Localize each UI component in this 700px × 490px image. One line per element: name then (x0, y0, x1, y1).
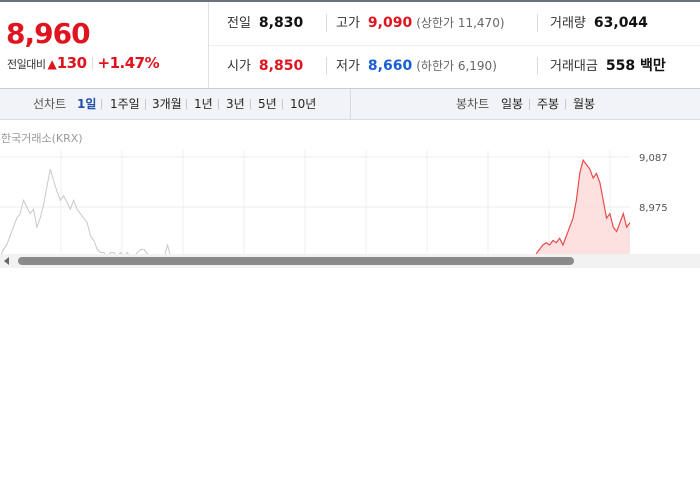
divider (250, 99, 251, 110)
divider (326, 57, 327, 75)
open-value: 8,850 (258, 58, 304, 74)
prev-close-value: 8,830 (258, 15, 304, 31)
quote-panel: 8,960 전일대비 ▲130 +1.47% 전일 8,830 고가 9,090 (상한가… (0, 2, 700, 89)
high-label: 고가 (336, 16, 360, 31)
daily-candle-button[interactable]: 일봉 (501, 89, 523, 119)
high-value: 9,090 (367, 15, 413, 31)
current-price: 8,960 (6, 17, 91, 50)
divider (186, 99, 187, 110)
period-1w-button[interactable]: 1주일 (110, 89, 140, 119)
chart-toolbar: 선차트 1일 1주일 3개월 1년 3년 5년 10년 봉차트 일봉 주봉 월봉 (0, 89, 700, 120)
divider (326, 14, 327, 32)
divider (218, 99, 219, 110)
open-cell: 시가 8,850 (227, 45, 303, 88)
divider (565, 99, 566, 110)
change-percent: +1.47% (97, 54, 160, 72)
prev-close-cell: 전일 8,830 (227, 2, 303, 45)
period-1d-button[interactable]: 1일 (77, 89, 96, 119)
line-chart-periods: 선차트 1일 1주일 3개월 1년 3년 5년 10년 (0, 89, 351, 119)
quote-row: 시가 8,850 저가 8,660 (하한가 6,190) 거래대금 558 백만 (209, 45, 700, 88)
high-cell: 고가 9,090 (상한가 11,470) (336, 2, 505, 45)
period-5y-button[interactable]: 5년 (258, 89, 277, 119)
volume-cell: 거래량 63,044 (550, 2, 648, 45)
prev-close-label: 전일 (227, 16, 251, 31)
open-label: 시가 (227, 59, 251, 74)
scrollbar-thumb[interactable] (18, 257, 574, 265)
volume-label: 거래량 (550, 16, 586, 31)
low-label: 저가 (336, 59, 360, 74)
divider (91, 57, 93, 70)
weekly-candle-button[interactable]: 주봉 (537, 89, 559, 119)
divider (145, 99, 146, 110)
intraday-line-chart: 9,0878,9758,863 (0, 150, 668, 254)
change-line: 전일대비 ▲130 +1.47% (7, 54, 160, 72)
data-source: 한국거래소(KRX) (1, 132, 83, 145)
divider (101, 99, 102, 110)
turnover-cell: 거래대금 558 백만 (550, 45, 666, 88)
change-label: 전일대비 (7, 58, 46, 71)
scroll-left-icon[interactable] (4, 257, 9, 265)
low-cell: 저가 8,660 (하한가 6,190) (336, 45, 497, 88)
change-amount: 130 (56, 54, 87, 72)
period-1y-button[interactable]: 1년 (194, 89, 213, 119)
candle-chart-periods: 봉차트 일봉 주봉 월봉 (351, 89, 700, 119)
lower-limit: (하한가 6,190) (416, 59, 497, 73)
line-chart-label: 선차트 (33, 97, 67, 111)
period-10y-button[interactable]: 10년 (290, 89, 316, 119)
turnover-label: 거래대금 (550, 59, 598, 74)
turnover-value: 558 백만 (605, 58, 666, 74)
period-3y-button[interactable]: 3년 (226, 89, 245, 119)
period-3m-button[interactable]: 3개월 (152, 89, 182, 119)
divider (537, 14, 538, 32)
quote-cells: 전일 8,830 고가 9,090 (상한가 11,470) 거래량 63,044 시가… (209, 2, 700, 88)
monthly-candle-button[interactable]: 월봉 (573, 89, 595, 119)
divider (529, 99, 530, 110)
up-triangle-icon: ▲ (47, 57, 57, 71)
candle-chart-label: 봉차트 (456, 97, 490, 111)
volume-value: 63,044 (593, 15, 648, 31)
previous-day-line (0, 168, 537, 254)
y-tick-label: 9,087 (639, 153, 668, 164)
divider (282, 99, 283, 110)
price-box: 8,960 전일대비 ▲130 +1.47% (0, 2, 209, 88)
quote-row: 전일 8,830 고가 9,090 (상한가 11,470) 거래량 63,044 (209, 2, 700, 46)
upper-limit: (상한가 11,470) (416, 16, 505, 30)
low-value: 8,660 (367, 58, 413, 74)
y-tick-label: 8,975 (639, 203, 668, 214)
divider (537, 57, 538, 75)
stock-quote-widget: 8,960 전일대비 ▲130 +1.47% 전일 8,830 고가 9,090 (상한가… (0, 0, 700, 268)
